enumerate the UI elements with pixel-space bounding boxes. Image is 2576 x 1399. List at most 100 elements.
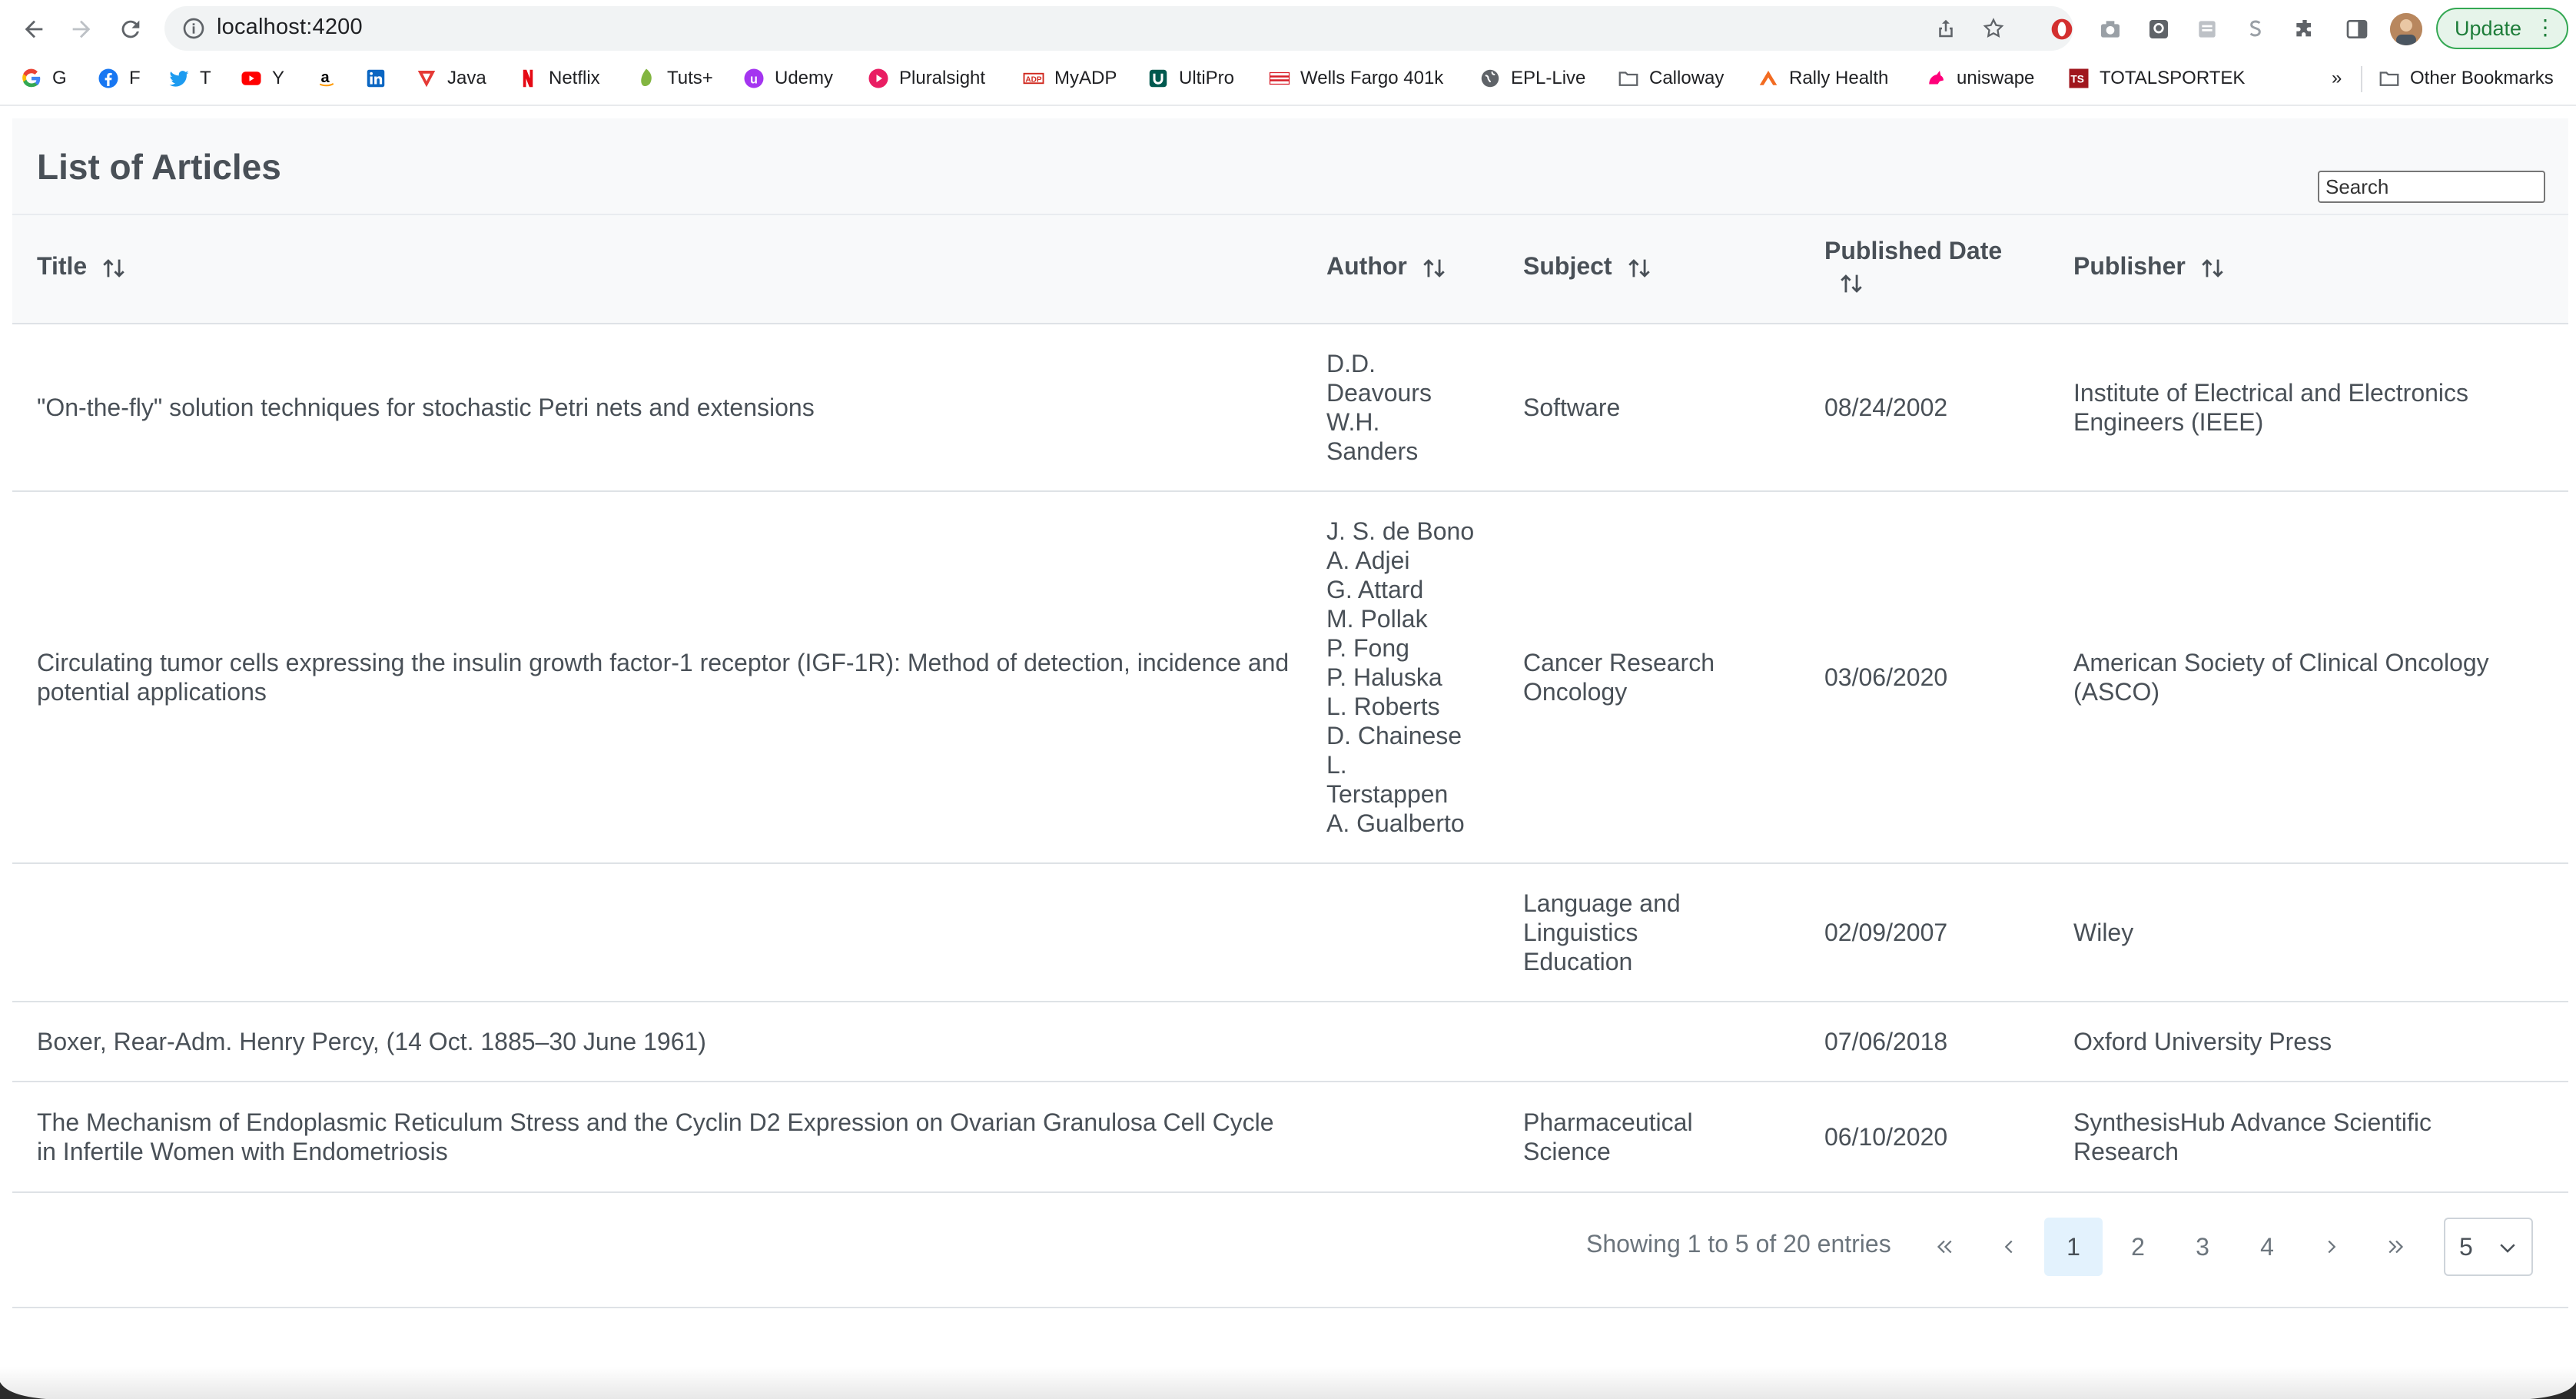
column-header-label: Title <box>37 252 88 280</box>
bookmarks-separator <box>2361 66 2362 92</box>
facebook-icon <box>97 67 120 90</box>
cell-subject: Language and Linguistics Education <box>1523 864 1723 1001</box>
bookmark-star-button[interactable] <box>1980 15 2007 42</box>
bookmark-totalsportek[interactable]: TS TOTALSPORTEK <box>2067 63 2245 94</box>
opera-icon <box>2051 18 2073 40</box>
table-caption: List of Articles <box>12 118 2568 215</box>
update-button[interactable]: Update ⋮ <box>2436 8 2568 49</box>
page-button-4[interactable]: 4 <box>2238 1218 2296 1276</box>
udemy-icon: u <box>742 67 765 90</box>
bookmark-label: Java <box>447 68 486 88</box>
table-row[interactable]: The Mechanism of Endoplasmic Reticulum S… <box>12 1082 2568 1193</box>
extension-reader-button[interactable] <box>2193 15 2222 44</box>
bookmark-tuts[interactable]: Tuts+ <box>635 63 713 94</box>
cell-subject: Cancer Research Oncology <box>1523 492 1769 862</box>
table-row[interactable]: Boxer, Rear-Adm. Henry Percy, (14 Oct. 1… <box>12 1002 2568 1082</box>
url-text[interactable]: localhost:4200 <box>217 15 363 40</box>
info-circle-icon[interactable] <box>181 16 206 41</box>
profile-avatar[interactable] <box>2390 13 2422 45</box>
sort-icon[interactable] <box>1421 255 1447 281</box>
extension-s-button[interactable] <box>2241 15 2270 44</box>
subject-text: Pharmaceutical Science <box>1523 1108 1693 1165</box>
date-text: 06/10/2020 <box>1824 1123 1948 1151</box>
bookmark-label: G <box>52 68 67 88</box>
sort-icon[interactable] <box>101 255 127 281</box>
share-button[interactable] <box>1932 15 1960 42</box>
window-corner-shadow <box>0 1382 2576 1399</box>
bookmark-epl-live[interactable]: EPL-Live <box>1479 63 1585 94</box>
bookmark-linkedin[interactable] <box>364 63 397 94</box>
bookmark-facebook[interactable]: F <box>97 63 141 94</box>
sort-icon[interactable] <box>2199 255 2226 281</box>
page-number: 2 <box>2131 1232 2145 1261</box>
previous-page-button[interactable] <box>1980 1218 2038 1276</box>
bookmark-myadp[interactable]: ADP MyADP <box>1022 63 1117 94</box>
bookmark-uniswape[interactable]: uniswape <box>1924 63 2034 94</box>
author-name: L. <box>1326 751 1347 779</box>
author-name: Sanders <box>1326 437 1419 465</box>
extensions-button[interactable] <box>2290 15 2319 44</box>
table-row[interactable]: Language and Linguistics Education 02/09… <box>12 864 2568 1002</box>
extension-opera-button[interactable] <box>2047 15 2076 44</box>
page-button-3[interactable]: 3 <box>2173 1218 2232 1276</box>
page-button-1[interactable]: 1 <box>2044 1218 2103 1276</box>
bookmark-wells-fargo[interactable]: Wells Fargo 401k <box>1268 63 1443 94</box>
cell-publisher: SynthesisHub Advance Scientific Research <box>2073 1082 2535 1191</box>
subject-text: Software <box>1523 394 1621 421</box>
extension-camera-button[interactable] <box>2096 15 2125 44</box>
bookmark-ultipro[interactable]: UltiPro <box>1147 63 1234 94</box>
author-name: J. S. de Bono <box>1326 517 1475 545</box>
cell-published-date: 06/10/2020 <box>1824 1082 2040 1191</box>
bookmark-java[interactable]: Java <box>415 63 486 94</box>
sort-icon[interactable] <box>1626 255 1652 281</box>
first-page-button[interactable] <box>1915 1218 1973 1276</box>
bookmark-label: TOTALSPORTEK <box>2100 68 2246 88</box>
article-title: "On-the-fly" solution techniques for sto… <box>37 394 815 421</box>
column-header-published-date[interactable]: Published Date <box>1824 235 2024 297</box>
search-input[interactable] <box>2318 171 2545 203</box>
bookmarks-overflow-button[interactable]: » <box>2332 63 2342 94</box>
bookmark-label: MyADP <box>1054 68 1117 88</box>
cell-title: The Mechanism of Endoplasmic Reticulum S… <box>37 1082 1297 1191</box>
table-row[interactable]: "On-the-fly" solution techniques for sto… <box>12 324 2568 492</box>
bookmark-twitter[interactable]: T <box>168 63 211 94</box>
unicorn-icon <box>1924 67 1947 90</box>
forward-button[interactable] <box>63 11 100 48</box>
bookmark-rally-health[interactable]: Rally Health <box>1757 63 1888 94</box>
column-header-title[interactable]: Title <box>37 251 127 281</box>
cell-author <box>1326 864 1488 1001</box>
cell-published-date: 02/09/2007 <box>1824 864 2040 1001</box>
back-button[interactable] <box>15 11 52 48</box>
omnibox[interactable]: localhost:4200 <box>164 6 2073 51</box>
bookmark-netflix[interactable]: Netflix <box>516 63 600 94</box>
page-button-2[interactable]: 2 <box>2109 1218 2167 1276</box>
sort-icon[interactable] <box>1838 271 1864 297</box>
reload-button[interactable] <box>112 11 149 48</box>
bookmark-label: EPL-Live <box>1511 68 1586 88</box>
bookmark-youtube[interactable]: Y <box>240 63 284 94</box>
share-icon <box>1939 19 1953 38</box>
bookmark-amazon[interactable]: a <box>315 63 347 94</box>
table-row[interactable]: Circulating tumor cells expressing the i… <box>12 492 2568 864</box>
bookmark-folder-calloway[interactable]: Calloway <box>1617 63 1724 94</box>
ts-icon: TS <box>2067 67 2090 90</box>
next-page-button[interactable] <box>2302 1218 2361 1276</box>
rows-per-page-dropdown[interactable]: 5 <box>2444 1218 2533 1276</box>
cell-published-date: 07/06/2018 <box>1824 1002 2040 1081</box>
column-header-publisher[interactable]: Publisher <box>2073 251 2226 281</box>
column-header-subject[interactable]: Subject <box>1523 251 1652 281</box>
wells-fargo-icon <box>1268 67 1291 90</box>
cell-author <box>1326 1002 1488 1081</box>
subject-text: Cancer Research Oncology <box>1523 649 1715 706</box>
cell-title: Circulating tumor cells expressing the i… <box>37 492 1297 862</box>
bookmark-udemy[interactable]: u Udemy <box>742 63 833 94</box>
last-page-button[interactable] <box>2367 1218 2425 1276</box>
side-panel-button[interactable] <box>2342 15 2372 44</box>
bookmark-folder-other[interactable]: Other Bookmarks <box>2378 63 2554 94</box>
column-header-author[interactable]: Author <box>1326 251 1447 281</box>
svg-text:u: u <box>750 72 758 86</box>
author-name: W.H. <box>1326 408 1380 436</box>
bookmark-google[interactable]: G <box>20 63 67 94</box>
extension-github-button[interactable] <box>2144 15 2173 44</box>
bookmark-pluralsight[interactable]: Pluralsight <box>867 63 985 94</box>
